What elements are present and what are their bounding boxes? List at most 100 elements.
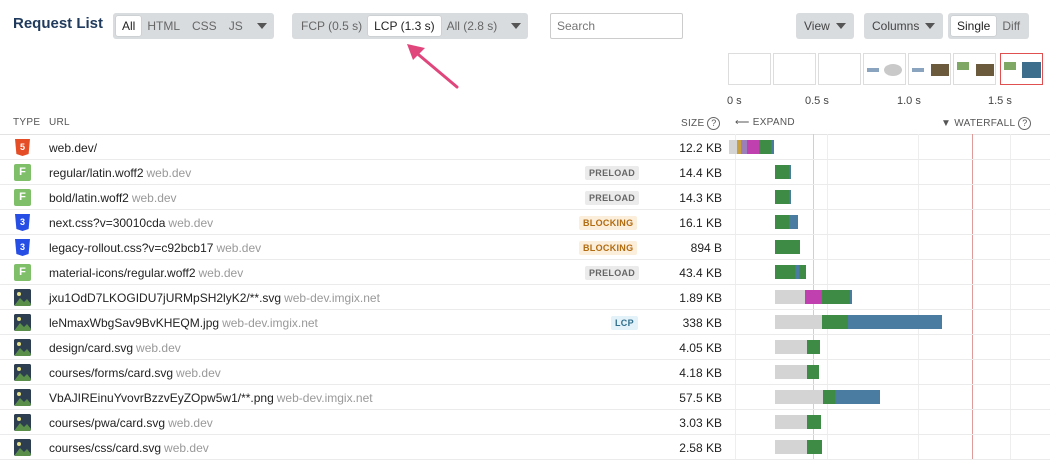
view-button[interactable]: View: [796, 13, 854, 39]
waterfall-bar-segment[interactable]: [789, 215, 798, 229]
table-row[interactable]: courses/pwa/card.svg web.dev 3.03 KB: [0, 410, 1050, 435]
waterfall-bar-segment[interactable]: [807, 440, 822, 454]
table-row[interactable]: courses/css/card.svg web.dev 2.58 KB: [0, 435, 1050, 460]
request-url[interactable]: next.css?v=30010cda web.dev: [49, 216, 213, 230]
table-row[interactable]: 3 next.css?v=30010cda web.dev BLOCKING 16.1 …: [0, 210, 1050, 235]
request-url[interactable]: jxu1OdD7LKOGIDU7jURMpSH2lyK2/**.svg web-d…: [49, 291, 380, 305]
waterfall-bar-segment[interactable]: [775, 215, 789, 229]
request-host: web.dev: [131, 191, 177, 205]
milestone-fcp[interactable]: FCP (0.5 s): [295, 16, 368, 36]
filmstrip-frame-lcp[interactable]: [1000, 53, 1043, 85]
request-path: legacy-rollout.css?v=c92bcb17: [49, 241, 214, 255]
waterfall-bar-segment[interactable]: [729, 140, 737, 154]
expand-label: EXPAND: [752, 117, 795, 128]
table-row[interactable]: leNmaxWbgSav9BvKHEQM.jpg web-dev.imgix.ne…: [0, 310, 1050, 335]
waterfall-bar-segment[interactable]: [789, 190, 791, 204]
filmstrip-frame[interactable]: [953, 53, 996, 85]
request-host: web.dev: [168, 416, 213, 430]
waterfall-bar-segment[interactable]: [759, 140, 771, 154]
waterfall-bar-segment[interactable]: [807, 365, 819, 379]
table-row[interactable]: 5 web.dev/12.2 KB: [0, 135, 1050, 160]
filmstrip-frame[interactable]: [818, 53, 861, 85]
waterfall-bar-segment[interactable]: [807, 415, 821, 429]
waterfall-bar-segment[interactable]: [805, 290, 822, 304]
waterfall-bar-segment[interactable]: [775, 390, 823, 404]
filmstrip-frame[interactable]: [908, 53, 951, 85]
timeline-tick: 1.0 s: [897, 95, 921, 107]
request-size: 14.3 KB: [679, 191, 722, 205]
column-header-waterfall[interactable]: ▼ WATERFALL?: [941, 117, 1032, 130]
filter-css[interactable]: CSS: [186, 16, 223, 36]
request-url[interactable]: courses/pwa/card.svg web.dev: [49, 416, 213, 430]
request-url[interactable]: courses/forms/card.svg web.dev: [49, 366, 221, 380]
help-icon[interactable]: ?: [707, 117, 721, 130]
waterfall-bar-segment[interactable]: [775, 265, 795, 279]
request-url[interactable]: regular/latin.woff2 web.dev: [49, 166, 191, 180]
request-url[interactable]: courses/css/card.svg web.dev: [49, 441, 209, 455]
table-row[interactable]: courses/forms/card.svg web.dev 4.18 KB: [0, 360, 1050, 385]
waterfall-bar-segment[interactable]: [848, 315, 942, 329]
request-size: 1.89 KB: [679, 291, 722, 305]
table-row[interactable]: Fmaterial-icons/regular.woff2 web.dev PREL…: [0, 260, 1050, 285]
table-row[interactable]: design/card.svg web.dev 4.05 KB: [0, 335, 1050, 360]
waterfall-bar-segment[interactable]: [775, 365, 807, 379]
image-icon: [14, 439, 31, 456]
waterfall-bar-segment[interactable]: [775, 340, 807, 354]
chevron-down-icon[interactable]: [256, 23, 267, 29]
waterfall-bar-segment[interactable]: [747, 140, 759, 154]
waterfall-bar-segment[interactable]: [775, 190, 789, 204]
filter-html[interactable]: HTML: [141, 16, 186, 36]
waterfall-bar-segment[interactable]: [835, 390, 880, 404]
filmstrip-frame[interactable]: [728, 53, 771, 85]
request-host: web.dev: [168, 216, 214, 230]
request-url[interactable]: design/card.svg web.dev: [49, 341, 181, 355]
sort-down-icon: ▼: [941, 118, 952, 130]
waterfall-bar-segment[interactable]: [850, 290, 852, 304]
waterfall-bar-segment[interactable]: [775, 240, 800, 254]
request-url[interactable]: VbAJIREinuYvovrBzzvEyZOpw5w1/**.png web-d…: [49, 391, 373, 405]
table-row[interactable]: Fregular/latin.woff2 web.dev PRELOAD 14.4 K…: [0, 160, 1050, 185]
waterfall-bar-segment[interactable]: [775, 315, 822, 329]
request-url[interactable]: web.dev/: [49, 141, 97, 155]
column-header-type[interactable]: TYPE: [13, 117, 40, 128]
request-url[interactable]: leNmaxWbgSav9BvKHEQM.jpg web-dev.imgix.ne…: [49, 316, 318, 330]
waterfall-bar-segment[interactable]: [822, 290, 850, 304]
request-size: 14.4 KB: [679, 166, 722, 180]
mode-diff[interactable]: Diff: [996, 16, 1026, 36]
filter-all[interactable]: All: [116, 16, 142, 36]
waterfall-bar-segment[interactable]: [775, 440, 807, 454]
milestone-all[interactable]: All (2.8 s): [441, 16, 504, 36]
help-icon[interactable]: ?: [1018, 117, 1032, 130]
waterfall-bar-segment[interactable]: [771, 140, 774, 154]
waterfall-bar-segment[interactable]: [775, 290, 805, 304]
waterfall-bar-segment[interactable]: [775, 165, 789, 179]
timeline-tick: 0 s: [727, 95, 742, 107]
waterfall-bar-segment[interactable]: [775, 415, 807, 429]
column-header-size[interactable]: SIZE?: [681, 117, 721, 130]
waterfall-bar-segment[interactable]: [823, 390, 835, 404]
request-url[interactable]: material-icons/regular.woff2 web.dev: [49, 266, 243, 280]
filmstrip-frame[interactable]: [863, 53, 906, 85]
columns-button[interactable]: Columns: [864, 13, 944, 39]
waterfall-bar-segment[interactable]: [789, 165, 791, 179]
filter-js[interactable]: JS: [223, 16, 249, 36]
filmstrip-frame[interactable]: [773, 53, 816, 85]
milestone-lcp[interactable]: LCP (1.3 s): [368, 16, 441, 36]
table-row[interactable]: VbAJIREinuYvovrBzzvEyZOpw5w1/**.png web-d…: [0, 385, 1050, 410]
column-header-url[interactable]: URL: [49, 117, 70, 128]
waterfall-bar-segment[interactable]: [799, 265, 806, 279]
request-path: VbAJIREinuYvovrBzzvEyZOpw5w1/**.png: [49, 391, 274, 405]
table-row[interactable]: jxu1OdD7LKOGIDU7jURMpSH2lyK2/**.svg web-d…: [0, 285, 1050, 310]
request-path: courses/css/card.svg: [49, 441, 162, 455]
request-url[interactable]: bold/latin.woff2 web.dev: [49, 191, 177, 205]
table-row[interactable]: 3 legacy-rollout.css?v=c92bcb17 web.dev BLO…: [0, 235, 1050, 260]
arrow-left-icon: ⟵: [735, 117, 750, 128]
request-url[interactable]: legacy-rollout.css?v=c92bcb17 web.dev: [49, 241, 261, 255]
search-input[interactable]: [550, 13, 683, 39]
expand-toggle[interactable]: ⟵ EXPAND: [735, 117, 795, 128]
chevron-down-icon[interactable]: [511, 23, 522, 29]
waterfall-bar-segment[interactable]: [822, 315, 848, 329]
waterfall-bar-segment[interactable]: [807, 340, 820, 354]
mode-single[interactable]: Single: [951, 16, 997, 36]
table-row[interactable]: Fbold/latin.woff2 web.dev PRELOAD 14.3 KB: [0, 185, 1050, 210]
